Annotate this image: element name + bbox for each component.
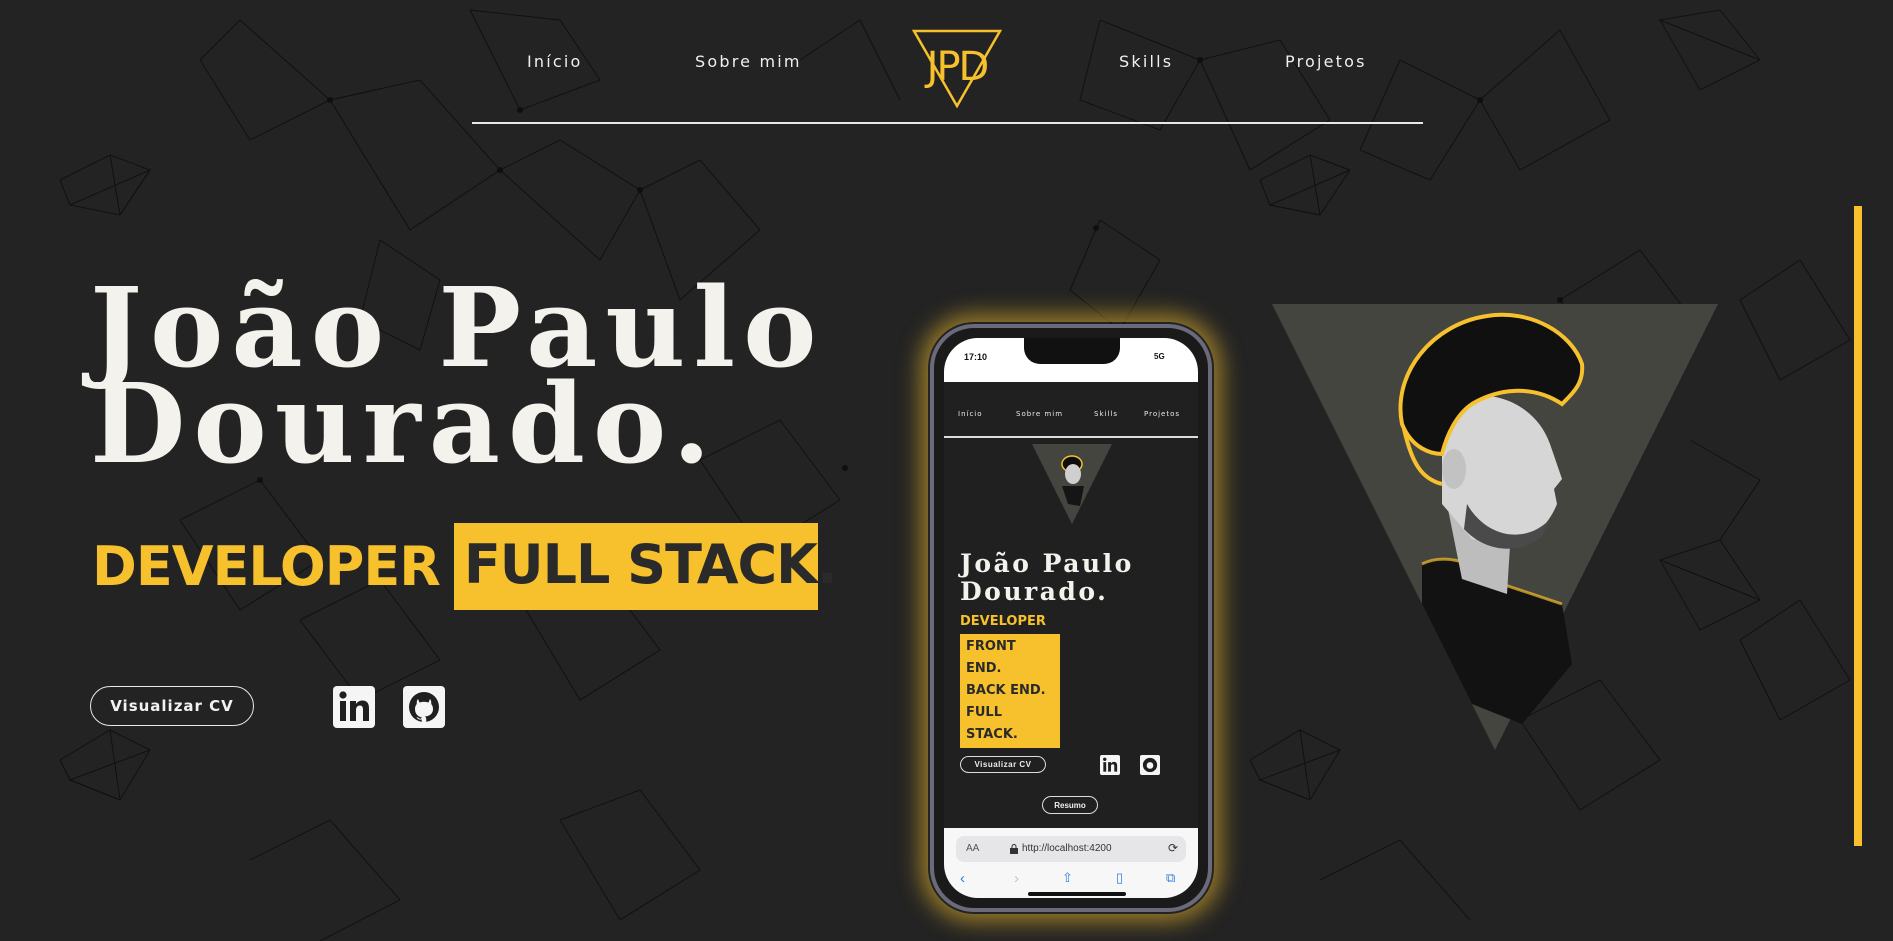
phone-screen: 17:10 5G Início Sobre mim Skills Projeto… [944,338,1198,898]
mobile-portrait-image [1032,444,1112,524]
mobile-role-item: BACK END. [966,683,1046,698]
mobile-hero-name-line1: João Paulo [960,549,1134,578]
mobile-role-item: FULL STACK. [966,705,1018,742]
mobile-reader-aa: AA [966,843,980,854]
forward-icon: › [1014,870,1019,887]
mobile-github-icon [1140,755,1160,775]
hero-role: DEVELOPER FULL STACK. [92,520,838,612]
mobile-hero-name-line2: Dourado. [960,577,1109,606]
jpd-logo[interactable]: JPD [911,28,1003,109]
nav-skills[interactable]: Skills [1119,52,1173,71]
nav-sobre-mim[interactable]: Sobre mim [695,52,802,71]
phone-signal: 5G [1154,352,1165,361]
hero-name-line2: Dourado. [90,359,719,488]
reload-icon: ⟳ [1168,841,1179,855]
mobile-nav-divider [944,436,1198,438]
mobile-role-item: FRONT END. [966,639,1016,676]
mobile-role-prefix: DEVELOPER [960,614,1046,629]
mobile-role-list: FRONT END. BACK END. FULL STACK. [960,634,1060,748]
nav-projetos[interactable]: Projetos [1285,52,1367,71]
mobile-linkedin-icon [1100,755,1120,775]
tabs-icon: ⧉ [1166,870,1176,885]
mobile-url-bar: AA http://localhost:4200 ⟳ [956,836,1186,862]
mobile-hero-name: João Paulo Dourado. [960,550,1134,606]
back-icon: ‹ [960,870,965,887]
portrait-image [1272,304,1718,750]
mobile-view-cv-button: Visualizar CV [960,756,1046,773]
nav-divider [472,122,1423,124]
mobile-nav-skills: Skills [1094,410,1118,418]
linkedin-icon[interactable] [333,686,375,728]
top-navigation: Início Sobre mim JPD Skills Projetos [472,0,1423,124]
bookmarks-icon: ▯ [1116,870,1124,885]
logo-text: JPD [924,44,988,90]
mobile-nav-inicio: Início [958,410,983,418]
mobile-resumo-button: Resumo [1042,796,1098,814]
view-cv-button[interactable]: Visualizar CV [90,686,254,726]
phone-notch [1024,338,1120,364]
side-accent-bar[interactable] [1854,206,1862,846]
phone-mockup: 17:10 5G Início Sobre mim Skills Projeto… [930,324,1212,912]
home-indicator [1028,892,1126,896]
share-icon: ⇧ [1062,870,1073,885]
phone-time: 17:10 [964,352,988,362]
mobile-browser-bar: AA http://localhost:4200 ⟳ ‹ › ⇧ ▯ ⧉ [944,828,1198,898]
mobile-nav-sobre-mim: Sobre mim [1016,410,1064,418]
lock-icon [1010,844,1018,854]
hero-name: João Paulo Dourado. [90,273,825,488]
phone-status-bar: 17:10 5G [944,338,1198,382]
nav-inicio[interactable]: Início [527,52,583,71]
role-prefix: DEVELOPER [92,534,441,598]
mobile-url: http://localhost:4200 [1022,843,1112,854]
role-highlight: FULL STACK. [453,522,838,610]
mobile-nav-projetos: Projetos [1144,410,1181,418]
github-icon[interactable] [403,686,445,728]
